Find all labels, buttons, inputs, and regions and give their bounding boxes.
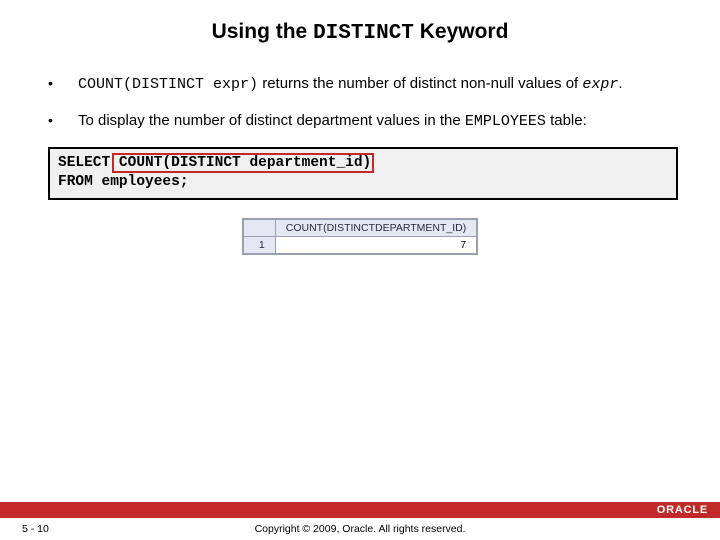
code-rest: employees; xyxy=(93,174,189,190)
footer: ORACLE 5 - 10 Copyright © 2009, Oracle. … xyxy=(0,502,720,540)
code-kw: SELECT xyxy=(58,155,110,171)
result-value: 7 xyxy=(275,236,476,253)
bullet-dot: • xyxy=(48,73,78,93)
bullet-code: expr xyxy=(582,76,618,93)
bullet-code: COUNT(DISTINCT expr) xyxy=(78,76,258,93)
title-keyword: DISTINCT xyxy=(313,22,414,45)
bullet-code: EMPLOYEES xyxy=(465,113,546,130)
bullet-dot: • xyxy=(48,110,78,130)
page-number: 5 - 10 xyxy=(0,523,90,535)
bullet-list: • COUNT(DISTINCT expr) returns the numbe… xyxy=(0,73,720,133)
code-rest: COUNT(DISTINCT department_id) xyxy=(110,155,371,171)
result-rownum-header xyxy=(243,219,275,236)
title-part1: Using the xyxy=(212,20,314,43)
result-column-header: COUNT(DISTINCTDEPARTMENT_ID) xyxy=(275,219,476,236)
footer-text: 5 - 10 Copyright © 2009, Oracle. All rig… xyxy=(0,518,720,540)
copyright: Copyright © 2009, Oracle. All rights res… xyxy=(90,523,720,535)
title-part2: Keyword xyxy=(414,20,509,43)
bullet-span: returns the number of distinct non-null … xyxy=(258,75,582,92)
bullet-text: COUNT(DISTINCT expr) returns the number … xyxy=(78,73,678,96)
code-line: SELECT COUNT(DISTINCT department_id) xyxy=(58,154,668,174)
brand-logo: ORACLE xyxy=(657,504,708,516)
code-kw: FROM xyxy=(58,174,93,190)
result-area: COUNT(DISTINCTDEPARTMENT_ID) 1 7 xyxy=(0,218,720,259)
result-rownum: 1 xyxy=(243,236,275,253)
footer-bar: ORACLE xyxy=(0,502,720,518)
bullet-item: • COUNT(DISTINCT expr) returns the numbe… xyxy=(48,73,678,96)
bullet-span: table: xyxy=(546,112,587,129)
slide-title: Using the DISTINCT Keyword xyxy=(0,0,720,73)
bullet-text: To display the number of distinct depart… xyxy=(78,110,678,133)
bullet-span: To display the number of distinct depart… xyxy=(78,112,465,129)
code-line: FROM employees; xyxy=(58,173,668,193)
sql-code-box: SELECT COUNT(DISTINCT department_id) FRO… xyxy=(48,147,678,200)
bullet-item: • To display the number of distinct depa… xyxy=(48,110,678,133)
result-grid: COUNT(DISTINCTDEPARTMENT_ID) 1 7 xyxy=(242,218,478,255)
bullet-span: . xyxy=(618,75,622,92)
